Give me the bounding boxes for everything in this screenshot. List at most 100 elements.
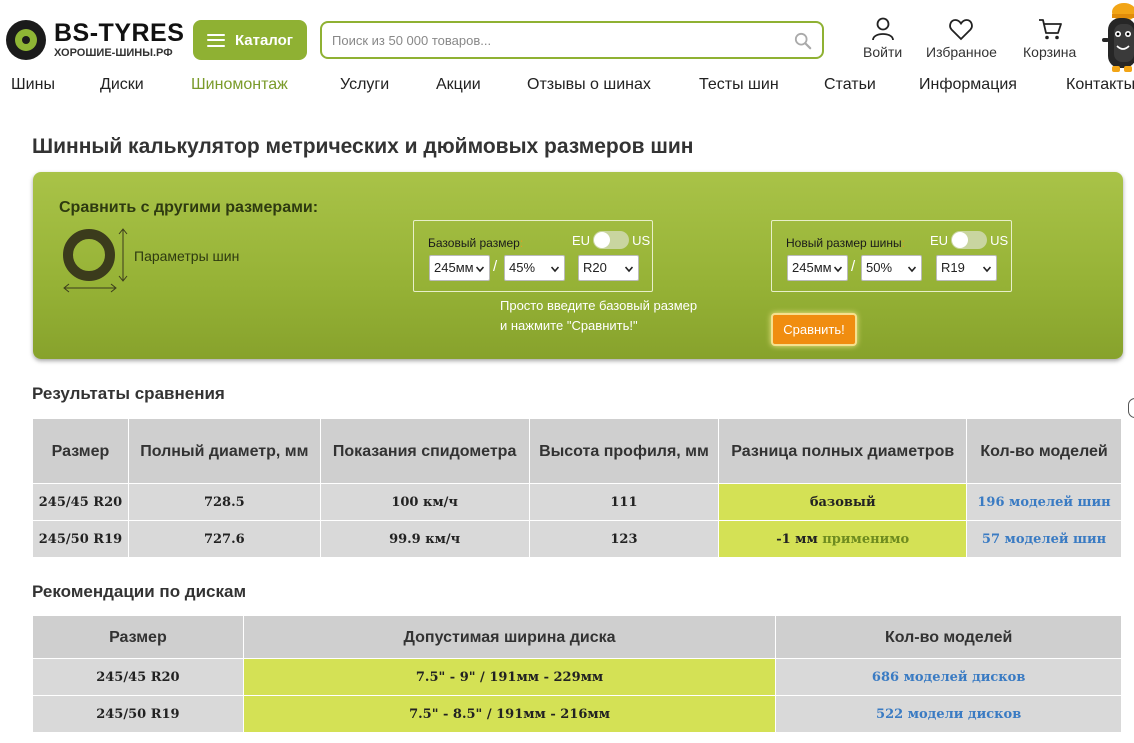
cell-profile-height: 123 bbox=[528, 520, 720, 558]
results-table: Размер Полный диаметр, мм Показания спид… bbox=[32, 418, 1122, 558]
col-header-diameter: Полный диаметр, мм bbox=[127, 418, 321, 484]
nav-item-wheels[interactable]: Диски bbox=[100, 76, 144, 94]
col-header-diameter-diff: Разница полных диаметров bbox=[718, 418, 968, 484]
base-unit-toggle[interactable] bbox=[593, 231, 630, 249]
col-header-size: Размер bbox=[32, 418, 129, 484]
new-profile-select[interactable]: 50% bbox=[861, 255, 922, 281]
cart-label: Корзина bbox=[1023, 44, 1077, 60]
nav-item-tyre-fitting[interactable]: Шиномонтаж bbox=[191, 76, 288, 94]
results-header-row: Размер Полный диаметр, мм Показания спид… bbox=[32, 418, 1122, 484]
cell-speedometer: 100 км/ч bbox=[319, 483, 530, 521]
compare-button[interactable]: Сравнить! bbox=[771, 313, 857, 346]
cell-speedometer: 99.9 км/ч bbox=[319, 520, 530, 558]
rim-models-link[interactable]: 686 моделей дисков bbox=[872, 670, 1025, 685]
base-us-label: US bbox=[632, 232, 651, 248]
user-icon bbox=[871, 17, 894, 41]
chevron-down-icon bbox=[551, 266, 559, 273]
search-box bbox=[320, 21, 824, 59]
nav-item-tests[interactable]: Тесты шин bbox=[699, 76, 779, 94]
col-header-profile-height: Высота профиля, мм bbox=[528, 418, 720, 484]
nav-item-reviews[interactable]: Отзывы о шинах bbox=[527, 76, 651, 94]
tyre-models-link[interactable]: 57 моделей шин bbox=[982, 532, 1106, 547]
new-unit-toggle[interactable] bbox=[951, 231, 988, 249]
new-size-label: Новый размер шины bbox=[786, 236, 902, 250]
heart-icon bbox=[949, 19, 974, 41]
calculator-hint: Просто введите базовый размер и нажмите … bbox=[500, 298, 698, 333]
tyre-models-link[interactable]: 196 моделей шин bbox=[977, 495, 1110, 510]
rim-models-link[interactable]: 522 модели дисков bbox=[876, 707, 1021, 722]
new-rim-select[interactable]: R19 bbox=[936, 255, 997, 281]
cell-size: 245/50 R19 bbox=[32, 520, 129, 558]
new-size-box: Новый размер шины: EU US 245мм / 50% R19 bbox=[771, 220, 1012, 292]
cart-button[interactable]: Корзина bbox=[1023, 16, 1076, 62]
catalog-button-label: Каталог bbox=[234, 31, 294, 49]
site-header: BS-TYRES ХОРОШИЕ-ШИНЫ.РФ Каталог Войти И… bbox=[0, 0, 1134, 72]
tire-params-label: Параметры шин bbox=[134, 248, 240, 264]
cell-rim-width: 7.5" - 8.5" / 191мм - 216мм bbox=[242, 695, 777, 733]
new-us-label: US bbox=[990, 232, 1009, 248]
new-eu-label: EU bbox=[930, 232, 949, 248]
chevron-down-icon bbox=[908, 266, 916, 273]
chevron-down-icon bbox=[834, 266, 842, 273]
cell-diameter-diff: базовый bbox=[718, 483, 968, 521]
cell-diameter: 728.5 bbox=[127, 483, 321, 521]
catalog-button[interactable]: Каталог bbox=[193, 20, 307, 60]
applicability-note: применимо bbox=[822, 531, 910, 547]
chevron-down-icon bbox=[983, 266, 991, 273]
cell-diameter-diff: -1 мм применимо bbox=[718, 520, 968, 558]
nav-item-information[interactable]: Информация bbox=[919, 76, 1017, 94]
nav-item-articles[interactable]: Статьи bbox=[824, 76, 876, 94]
table-row: 245/45 R20 728.5 100 км/ч 111 базовый 19… bbox=[32, 483, 1122, 521]
page-title: Шинный калькулятор метрических и дюймовы… bbox=[32, 135, 694, 158]
cart-icon bbox=[1038, 19, 1062, 40]
col-header-speedometer: Показания спидометра bbox=[319, 418, 530, 484]
base-profile-select[interactable]: 45% bbox=[504, 255, 565, 281]
wheel-logo-icon bbox=[6, 20, 46, 60]
col-header-size: Размер bbox=[32, 615, 244, 659]
base-size-box: Базовый размер: EU US 245мм / 45% R20 bbox=[413, 220, 653, 292]
nav-item-tyres[interactable]: Шины bbox=[11, 76, 55, 94]
tire-calculator-panel: Сравнить с другими размерами: Параметры … bbox=[33, 172, 1123, 359]
search-input[interactable] bbox=[322, 23, 822, 57]
cell-size: 245/45 R20 bbox=[32, 658, 244, 696]
cell-size: 245/50 R19 bbox=[32, 695, 244, 733]
new-separator: / bbox=[851, 258, 856, 275]
col-header-models: Кол-во моделей bbox=[966, 418, 1122, 484]
nav-item-services[interactable]: Услуги bbox=[340, 76, 389, 94]
chevron-down-icon bbox=[476, 266, 484, 273]
col-header-rim-width: Допустимая ширина диска bbox=[242, 615, 777, 659]
results-title: Результаты сравнения bbox=[32, 384, 225, 403]
table-row: 245/50 R19 727.6 99.9 км/ч 123 -1 мм при… bbox=[32, 520, 1122, 558]
nav-item-promotions[interactable]: Акции bbox=[436, 76, 481, 94]
cell-size: 245/45 R20 bbox=[32, 483, 129, 521]
login-label: Войти bbox=[863, 44, 903, 60]
table-row: 245/50 R19 7.5" - 8.5" / 191мм - 216мм 5… bbox=[32, 695, 1122, 733]
chevron-down-icon bbox=[625, 266, 633, 273]
table-row: 245/45 R20 7.5" - 9" / 191мм - 229мм 686… bbox=[32, 658, 1122, 696]
cell-diameter: 727.6 bbox=[127, 520, 321, 558]
col-header-models: Кол-во моделей bbox=[775, 615, 1122, 659]
site-logo[interactable]: BS-TYRES ХОРОШИЕ-ШИНЫ.РФ bbox=[6, 20, 184, 60]
menu-icon bbox=[206, 33, 225, 47]
base-size-label: Базовый размер bbox=[428, 236, 520, 250]
search-icon[interactable] bbox=[794, 32, 812, 50]
logo-title: BS-TYRES bbox=[54, 19, 185, 47]
rims-header-row: Размер Допустимая ширина диска Кол-во мо… bbox=[32, 615, 1122, 659]
cell-rim-width: 7.5" - 9" / 191мм - 229мм bbox=[242, 658, 777, 696]
base-eu-label: EU bbox=[572, 232, 591, 248]
new-unit-switch: EU US bbox=[930, 231, 1008, 249]
tire-mascot-icon bbox=[1102, 3, 1134, 72]
cell-profile-height: 111 bbox=[528, 483, 720, 521]
favorites-button[interactable]: Избранное bbox=[926, 16, 997, 62]
favorites-label: Избранное bbox=[926, 44, 997, 60]
base-separator: / bbox=[493, 258, 498, 275]
base-unit-switch: EU US bbox=[572, 231, 650, 249]
nav-item-contacts[interactable]: Контакты bbox=[1066, 76, 1134, 94]
rims-table: Размер Допустимая ширина диска Кол-во мо… bbox=[32, 615, 1122, 733]
base-rim-select[interactable]: R20 bbox=[578, 255, 639, 281]
login-button[interactable]: Войти bbox=[863, 16, 902, 62]
calculator-title: Сравнить с другими размерами: bbox=[59, 199, 319, 216]
new-width-select[interactable]: 245мм bbox=[787, 255, 848, 281]
base-width-select[interactable]: 245мм bbox=[429, 255, 490, 281]
tire-dimensions-icon bbox=[63, 228, 128, 293]
